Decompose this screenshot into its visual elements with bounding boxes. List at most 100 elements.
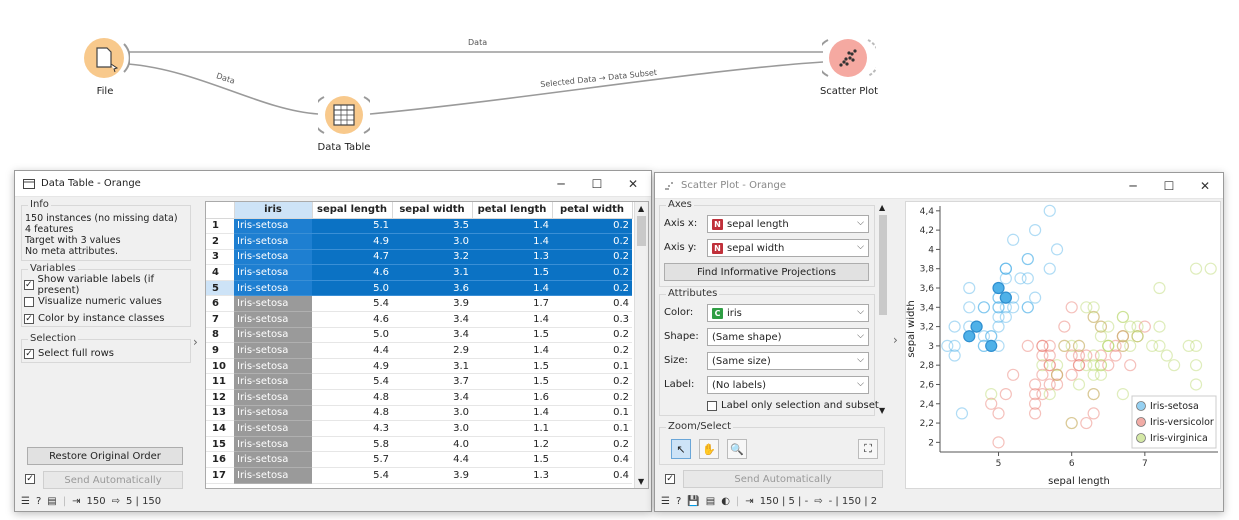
cell-value[interactable]: 1.5	[472, 373, 552, 391]
row-number[interactable]: 7	[206, 311, 234, 328]
select-tool-arrow-icon[interactable]: ↖	[671, 439, 691, 459]
checkbox-checked[interactable]: ✓	[665, 474, 675, 484]
cell-class[interactable]: Iris-setosa	[234, 358, 312, 375]
table-row[interactable]: 3 Iris-setosa 4.7 3.2 1.3 0.2	[206, 249, 632, 266]
row-number[interactable]: 17	[206, 467, 234, 484]
cell-value[interactable]: 1.4	[472, 218, 552, 235]
cell-class[interactable]: Iris-setosa	[234, 218, 312, 235]
label-combo[interactable]: (No labels) ⌵	[707, 376, 869, 394]
menu-icon[interactable]: ☰	[661, 496, 670, 507]
help-icon[interactable]: ?	[676, 496, 681, 507]
restore-order-button[interactable]: Restore Original Order	[27, 447, 183, 465]
scroll-up-icon[interactable]: ▲	[638, 204, 644, 213]
table-row[interactable]: 17 Iris-setosa 5.4 3.9 1.3 0.4	[206, 467, 632, 484]
cell-value[interactable]: 5.4	[312, 373, 392, 391]
cell-value[interactable]: 4.9	[312, 358, 392, 375]
column-header-sepal-length[interactable]: sepal length	[312, 202, 393, 219]
row-number[interactable]: 14	[206, 420, 234, 437]
cell-value[interactable]: 1.2	[472, 436, 552, 453]
cell-class[interactable]: Iris-setosa	[234, 280, 312, 297]
maximize-button[interactable]: ☐	[579, 171, 615, 197]
cell-class[interactable]: Iris-setosa	[234, 249, 312, 266]
row-number[interactable]: 2	[206, 233, 234, 250]
report-icon[interactable]: ▤	[47, 496, 56, 507]
zoom-tool-magnifier-icon[interactable]: 🔍	[727, 439, 747, 459]
table-row[interactable]: 10 Iris-setosa 4.9 3.1 1.5 0.1	[206, 358, 632, 375]
cell-value[interactable]: 0.1	[552, 358, 632, 375]
cell-value[interactable]: 3.2	[392, 249, 472, 266]
cell-value[interactable]: 0.2	[552, 389, 632, 406]
table-row[interactable]: 15 Iris-setosa 5.8 4.0 1.2 0.2	[206, 436, 632, 453]
table-row[interactable]: 6 Iris-setosa 5.4 3.9 1.7 0.4	[206, 295, 632, 313]
cell-value[interactable]: 3.9	[392, 295, 472, 313]
cell-value[interactable]: 1.4	[472, 311, 552, 328]
row-number[interactable]: 13	[206, 405, 234, 422]
column-header-iris[interactable]: iris	[234, 202, 313, 219]
reset-zoom-icon[interactable]: ⛶	[858, 439, 878, 459]
row-number[interactable]: 1	[206, 218, 234, 235]
column-header-petal-width[interactable]: petal width	[552, 202, 633, 219]
checkbox-checked[interactable]: ✓	[24, 279, 34, 290]
table-row[interactable]: 16 Iris-setosa 5.7 4.4 1.5 0.4	[206, 451, 632, 468]
color-combo[interactable]: C iris ⌵	[707, 304, 869, 322]
cell-value[interactable]: 4.7	[312, 249, 392, 266]
cell-value[interactable]: 3.9	[392, 467, 472, 484]
row-number[interactable]: 5	[206, 280, 234, 297]
checkbox-checked[interactable]: ✓	[25, 474, 35, 484]
node-scatter-plot[interactable]: Scatter Plot	[815, 34, 881, 104]
cell-class[interactable]: Iris-setosa	[234, 451, 312, 468]
scatter-titlebar[interactable]: Scatter Plot - Orange ─ ☐ ✕	[655, 173, 1223, 199]
cell-class[interactable]: Iris-setosa	[234, 436, 312, 453]
minimize-button[interactable]: ─	[543, 171, 579, 197]
report-icon[interactable]: ▤	[706, 496, 715, 507]
shape-combo[interactable]: (Same shape) ⌵	[707, 328, 869, 346]
cell-value[interactable]: 0.2	[552, 342, 632, 359]
cell-value[interactable]: 3.0	[392, 420, 472, 437]
cell-class[interactable]: Iris-setosa	[234, 295, 312, 313]
cell-value[interactable]: 1.7	[472, 295, 552, 313]
node-data-table[interactable]: Data Table	[311, 92, 377, 162]
data-table-view[interactable]: iris sepal length sepal width petal leng…	[205, 201, 649, 489]
cell-value[interactable]: 0.2	[552, 249, 632, 266]
row-number[interactable]: 16	[206, 451, 234, 468]
cell-value[interactable]: 5.1	[312, 218, 392, 235]
cell-value[interactable]: 5.0	[312, 280, 392, 297]
column-header-petal-length[interactable]: petal length	[472, 202, 553, 219]
cell-class[interactable]: Iris-setosa	[234, 342, 312, 359]
send-automatically-button[interactable]: Send Automatically	[43, 471, 183, 489]
cell-value[interactable]: 0.1	[552, 405, 632, 422]
scroll-up-icon[interactable]: ▲	[879, 203, 885, 212]
link-table-scatter[interactable]	[369, 61, 824, 115]
cell-class[interactable]: Iris-setosa	[234, 389, 312, 406]
node-file[interactable]: File	[80, 34, 131, 104]
cell-value[interactable]: 4.3	[312, 420, 392, 437]
help-icon[interactable]: ?	[36, 496, 41, 507]
cell-value[interactable]: 1.1	[472, 420, 552, 437]
scatter-plot-svg[interactable]: 5 6 7 2 2,2 2,4 2,6 2,8 3 3,2 3,4 3,6 3,8 4 4,2 4,4 sepa…	[906, 202, 1222, 490]
row-number[interactable]: 10	[206, 358, 234, 375]
cell-value[interactable]: 3.5	[392, 218, 472, 235]
cell-value[interactable]: 4.9	[312, 233, 392, 250]
cell-value[interactable]: 1.4	[472, 233, 552, 250]
find-projections-button[interactable]: Find Informative Projections	[664, 263, 869, 281]
cell-value[interactable]: 1.5	[472, 327, 552, 344]
cell-value[interactable]: 1.5	[472, 264, 552, 281]
cell-value[interactable]: 3.4	[392, 311, 472, 328]
close-button[interactable]: ✕	[1187, 173, 1223, 199]
visualize-numeric-checkbox[interactable]: Visualize numeric values	[24, 293, 190, 310]
auto-send-checkbox[interactable]: ✓	[25, 473, 39, 484]
row-number[interactable]: 3	[206, 249, 234, 266]
row-number[interactable]: 15	[206, 436, 234, 453]
cell-value[interactable]: 5.4	[312, 467, 392, 484]
select-full-rows-checkbox[interactable]: ✓ Select full rows	[24, 345, 114, 362]
checkbox-unchecked[interactable]	[24, 296, 34, 307]
data-table-titlebar[interactable]: Data Table - Orange ─ ☐ ✕	[15, 171, 651, 197]
scroll-down-icon[interactable]: ▼	[638, 477, 644, 486]
cell-value[interactable]: 4.4	[312, 342, 392, 359]
cell-value[interactable]: 0.2	[552, 327, 632, 344]
cell-value[interactable]: 1.3	[472, 467, 552, 484]
cell-value[interactable]: 3.4	[392, 389, 472, 406]
cell-value[interactable]: 0.2	[552, 218, 632, 235]
cell-value[interactable]: 5.0	[312, 327, 392, 344]
cell-value[interactable]: 1.5	[472, 451, 552, 468]
